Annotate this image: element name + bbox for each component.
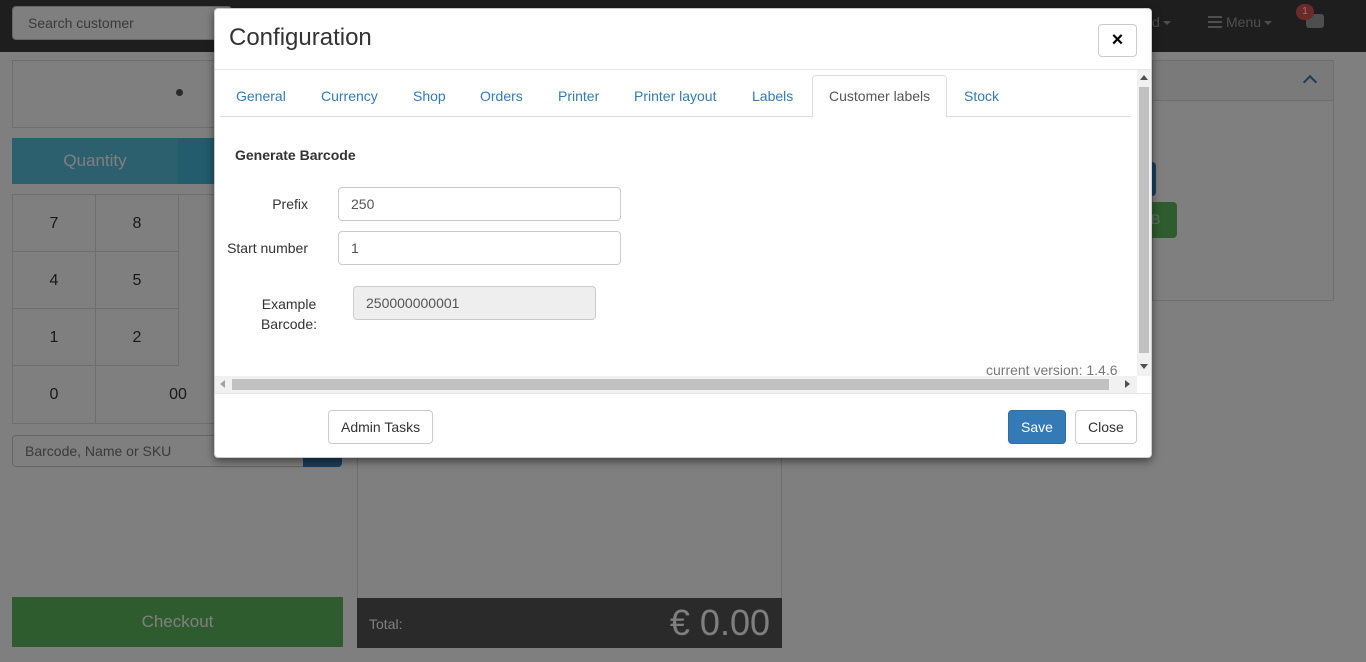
prefix-input[interactable]: [338, 187, 621, 221]
scroll-left-icon[interactable]: [220, 380, 225, 388]
tab-stock[interactable]: Stock: [948, 75, 1015, 117]
prefix-label: Prefix: [272, 196, 308, 212]
modal-header: Configuration ×: [215, 9, 1151, 70]
example-barcode-value: 250000000001: [353, 286, 596, 320]
tab-currency[interactable]: Currency: [305, 75, 394, 117]
example-barcode-label: Example Barcode:: [255, 294, 323, 334]
save-button[interactable]: Save: [1008, 410, 1066, 444]
tab-orders[interactable]: Orders: [464, 75, 539, 117]
start-number-input[interactable]: [338, 231, 621, 265]
tab-printer-layout[interactable]: Printer layout: [618, 75, 732, 117]
horizontal-scrollbar[interactable]: [215, 376, 1137, 393]
scroll-down-icon[interactable]: [1140, 364, 1148, 369]
close-button[interactable]: Close: [1075, 410, 1137, 444]
vertical-scrollbar[interactable]: [1137, 70, 1151, 376]
admin-tasks-button[interactable]: Admin Tasks: [328, 410, 434, 444]
vertical-scroll-thumb[interactable]: [1139, 87, 1149, 353]
start-number-label: Start number: [227, 240, 308, 256]
section-title: Generate Barcode: [235, 147, 356, 163]
tab-printer[interactable]: Printer: [542, 75, 615, 117]
close-icon[interactable]: ×: [1098, 24, 1137, 57]
scroll-up-icon[interactable]: [1140, 75, 1148, 80]
horizontal-scroll-thumb[interactable]: [232, 379, 1109, 390]
example-barcode-label-line2: Barcode:: [260, 316, 318, 332]
scroll-right-icon[interactable]: [1125, 380, 1130, 388]
example-barcode-label-line1: Example: [261, 296, 317, 312]
modal-footer: Admin Tasks Save Close: [215, 393, 1151, 457]
tab-shop[interactable]: Shop: [397, 75, 462, 117]
tab-general[interactable]: General: [220, 75, 302, 117]
configuration-modal: Configuration × General Currency Shop Or…: [214, 8, 1152, 458]
tab-labels[interactable]: Labels: [736, 75, 809, 117]
config-tabs: General Currency Shop Orders Printer Pri…: [220, 75, 1131, 118]
modal-body: General Currency Shop Orders Printer Pri…: [215, 70, 1151, 393]
modal-title: Configuration: [229, 24, 372, 51]
tab-customer-labels[interactable]: Customer labels: [812, 75, 948, 118]
